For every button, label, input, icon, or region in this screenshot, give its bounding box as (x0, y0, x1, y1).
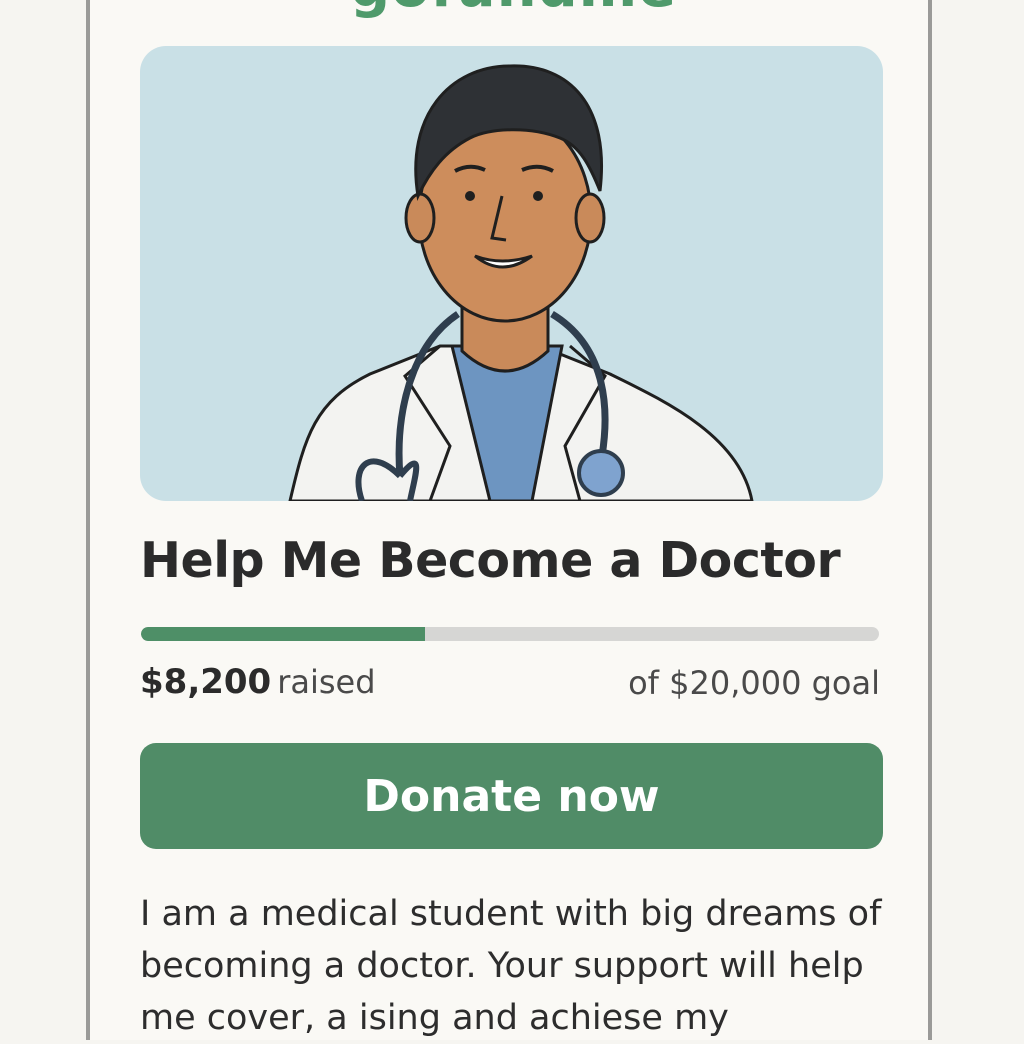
goal-amount: of $20,000 goal (628, 664, 880, 702)
campaign-title: Help Me Become a Doctor (140, 532, 841, 589)
donate-button[interactable]: Donate now (140, 743, 883, 849)
brand-logo[interactable]: gofundme (350, 0, 677, 18)
campaign-story: I am a medical student with big dreams o… (140, 894, 882, 1038)
donation-progress-fill (141, 627, 426, 641)
doctor-illustration (288, 64, 754, 501)
raised-amount: $8,200 (140, 662, 272, 702)
campaign-image (140, 46, 883, 501)
donation-progress-bar (141, 627, 879, 641)
raised-label: raised (277, 663, 376, 701)
funding-summary: $8,200 raised of $20,000 goal (140, 662, 880, 712)
